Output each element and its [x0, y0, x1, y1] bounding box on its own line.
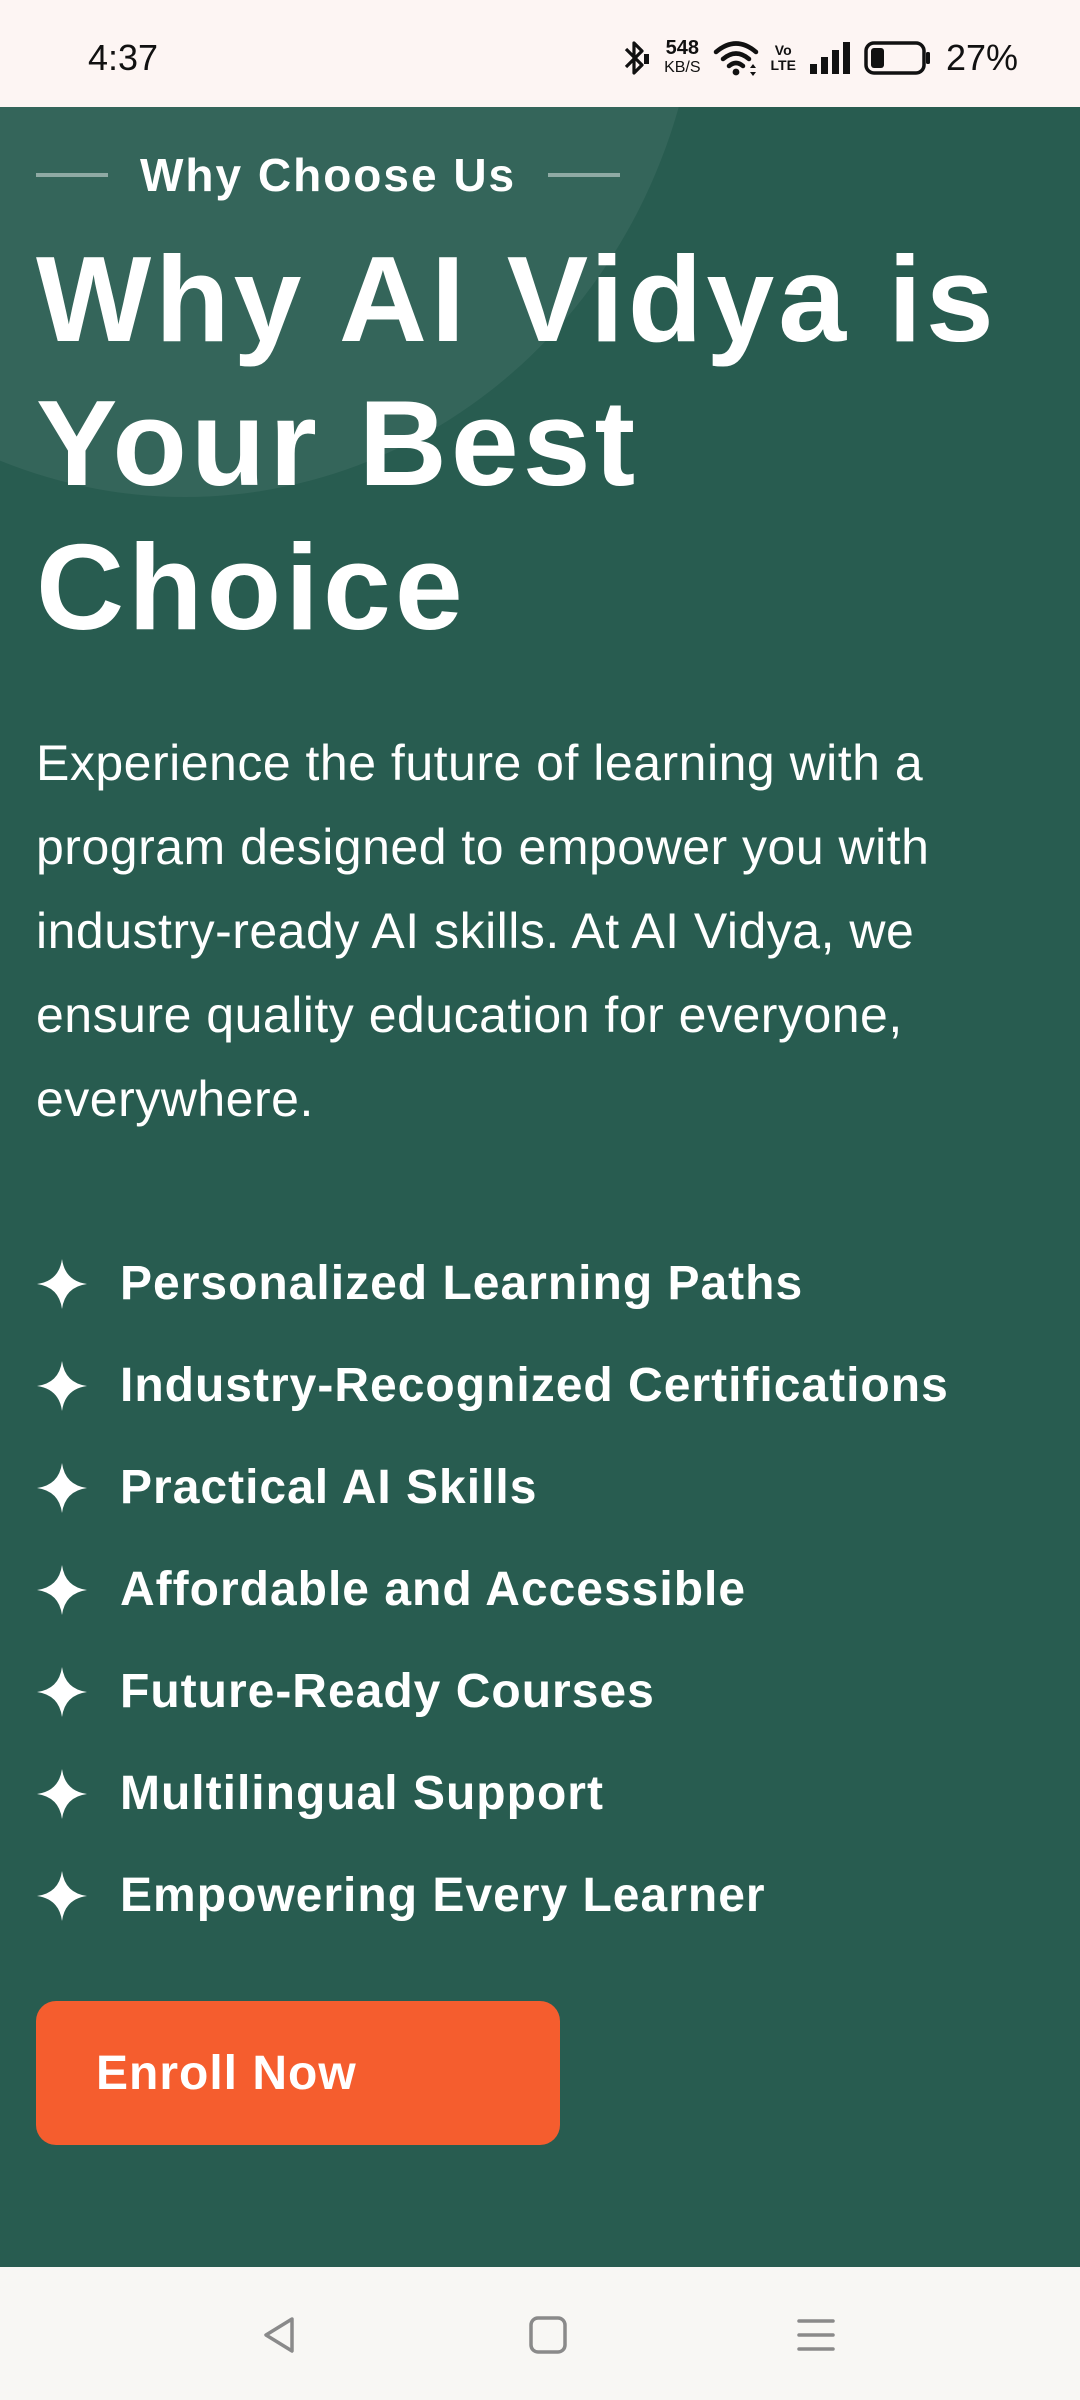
menu-button[interactable] — [776, 2295, 856, 2375]
feature-item: Future-Ready Courses — [36, 1641, 949, 1743]
wifi-icon — [713, 38, 759, 78]
section-headline: Why AI Vidya is Your Best Choice — [36, 231, 998, 655]
battery-icon — [864, 40, 932, 76]
feature-label: Empowering Every Learner — [120, 1869, 766, 1922]
sparkle-icon — [37, 1871, 87, 1921]
home-icon — [529, 2316, 567, 2354]
section-description: Experience the future of learning with a… — [36, 735, 930, 1127]
feature-item: Practical AI Skills — [36, 1437, 949, 1539]
volte-top: Vo — [774, 42, 792, 58]
sparkle-icon — [37, 1361, 87, 1411]
feature-item: Multilingual Support — [36, 1743, 949, 1845]
feature-label: Future-Ready Courses — [120, 1665, 655, 1718]
net-speed-unit: KB/S — [664, 59, 701, 76]
sparkle-icon — [37, 1769, 87, 1819]
feature-item: Affordable and Accessible — [36, 1539, 949, 1641]
eyebrow-label: Why Choose Us — [140, 149, 517, 201]
status-time: 4:37 — [88, 37, 159, 78]
eyebrow-line-right — [548, 173, 621, 177]
feature-item: Industry-Recognized Certifications — [36, 1335, 949, 1437]
section-eyebrow: Why Choose Us — [36, 147, 621, 203]
feature-label: Personalized Learning Paths — [120, 1257, 804, 1310]
sparkle-icon — [37, 1565, 87, 1615]
enroll-now-button[interactable]: Enroll Now — [36, 2001, 560, 2145]
feature-item: Empowering Every Learner — [36, 1845, 949, 1947]
bluetooth-icon — [618, 38, 652, 78]
sparkle-icon — [37, 1259, 87, 1309]
feature-label: Multilingual Support — [120, 1767, 604, 1820]
eyebrow-line-left — [36, 173, 108, 177]
status-icons: 548 KB/S Vo LTE 27% — [618, 36, 1018, 80]
sparkle-icon — [37, 1667, 87, 1717]
net-speed: 548 KB/S — [664, 37, 701, 77]
feature-item: Personalized Learning Paths — [36, 1233, 949, 1335]
feature-label: Practical AI Skills — [120, 1461, 538, 1514]
feature-label: Industry-Recognized Certifications — [120, 1359, 949, 1412]
volte-indicator: Vo LTE — [771, 43, 796, 73]
sparkle-icon — [37, 1463, 87, 1513]
back-icon — [264, 2317, 294, 2353]
signal-icon — [808, 40, 852, 76]
home-button[interactable] — [508, 2295, 588, 2375]
menu-icon — [797, 2319, 835, 2351]
feature-list: Personalized Learning Paths Industry-Reco… — [36, 1233, 949, 1947]
battery-percent: 27% — [945, 37, 1018, 78]
net-speed-value: 548 — [665, 37, 699, 59]
navigation-bar — [0, 2267, 1080, 2400]
why-choose-us-section: Why Choose Us Why AI Vidya is Your Best … — [0, 107, 1080, 2267]
feature-label: Affordable and Accessible — [120, 1563, 747, 1616]
volte-bottom: LTE — [770, 57, 796, 73]
back-button[interactable] — [240, 2295, 320, 2375]
status-bar: 4:37 548 KB/S Vo LTE 27% — [0, 0, 1080, 107]
